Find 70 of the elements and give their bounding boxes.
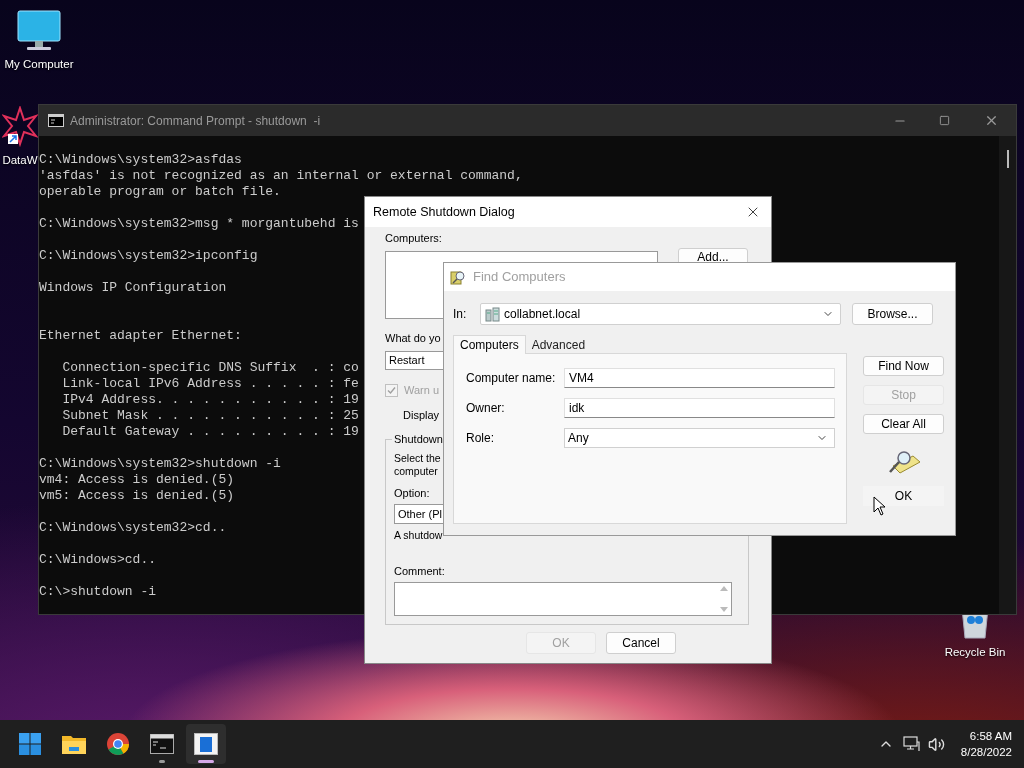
console-line: operable program or batch file. (39, 184, 281, 200)
field-label: Owner: (466, 400, 506, 417)
maximize-icon[interactable] (939, 115, 950, 126)
console-line: C:\Windows\system32>ipconfig (39, 248, 258, 264)
monitor-icon (17, 10, 61, 52)
folder-icon (61, 733, 87, 755)
description-text: Select the (394, 452, 441, 465)
console-line: 'asfdas' is not recognized as an internal or external command, (39, 168, 523, 184)
window-title: Administrator: Command Prompt - shutdown -i (70, 112, 321, 130)
windows-start-icon (18, 732, 42, 756)
dialog-title: Remote Shutdown Dialog (373, 203, 515, 221)
side-button[interactable]: Clear All (863, 414, 944, 434)
field-label: Option: (394, 486, 430, 500)
console-line: C:\Windows\system32>asfdas (39, 152, 242, 168)
magnifier-book-icon (886, 450, 921, 476)
close-icon[interactable] (984, 113, 999, 128)
network-icon[interactable] (902, 736, 920, 752)
taskbar-button[interactable] (186, 724, 226, 764)
field-label: Computer name: (466, 370, 557, 387)
field-label: Display (403, 407, 440, 423)
field-label: Computers: (385, 231, 443, 245)
star-shape-icon (2, 106, 38, 148)
clock-time[interactable]: 6:58 AM (969, 728, 1012, 744)
console-line: C:\Windows\system32>msg * morgantubehd is (39, 216, 359, 232)
desktop-icon-label[interactable]: My Computer (4, 56, 74, 74)
scrollbar[interactable] (999, 136, 1016, 614)
text-field[interactable]: idk (564, 398, 835, 418)
console-line: Subnet Mask . . . . . . . . . . . : 25 (61, 408, 359, 424)
description-text: computer (394, 465, 438, 478)
field-label: What do yo (385, 331, 441, 345)
clock-date[interactable]: 8/28/2022 (960, 744, 1012, 760)
mouse-pointer-icon (873, 496, 886, 516)
console-line: Link-local IPv6 Address . . . . . : fe (61, 376, 359, 392)
tab[interactable]: Computers (453, 335, 526, 354)
volume-icon[interactable] (927, 735, 945, 753)
console-line: C:\Windows>cd.. (39, 552, 157, 568)
ok-button[interactable]: OK (863, 486, 944, 506)
console-line: C:\Windows\system32>shutdown -i (39, 456, 281, 472)
console-icon (48, 114, 64, 127)
server-icon (485, 306, 500, 322)
console-line: Windows IP Configuration (39, 280, 227, 296)
console-line: Connection-specific DNS Suffix . : co (61, 360, 359, 376)
dialog-title: Find Computers (473, 268, 566, 287)
desktop-icon-label[interactable]: Recycle Bin (944, 644, 1006, 662)
browse-button[interactable]: Browse... (852, 303, 933, 325)
role-select[interactable]: Any (564, 428, 835, 448)
group-label: Shutdown (392, 432, 445, 446)
console-line: Ethernet adapter Ethernet: (39, 328, 242, 344)
field-label: In: (453, 306, 468, 323)
window-icon (194, 733, 218, 755)
side-button[interactable]: Find Now (863, 356, 944, 376)
magnifier-icon (450, 269, 466, 285)
warn-label: Warn u (404, 383, 440, 398)
console-line: C:\>shutdown -i (39, 584, 157, 600)
field-label: Role: (466, 430, 495, 447)
console-line: C:\Windows\system32>cd.. (39, 520, 227, 536)
location-select[interactable]: collabnet.local (480, 303, 841, 325)
dialog-button[interactable]: Cancel (606, 632, 676, 654)
console-line: IPv4 Address. . . . . . . . . . . : 19 (61, 392, 359, 408)
tab[interactable]: Advanced (525, 336, 592, 353)
console-line: vm5: Access is denied.(5) (39, 488, 235, 504)
chrome-icon (106, 732, 130, 756)
field-label: Comment: (394, 563, 445, 578)
desktop-icon-label[interactable]: DataW (2, 152, 38, 170)
notice-text: A shutdow (394, 528, 443, 543)
text-field[interactable]: VM4 (564, 368, 835, 388)
terminal-icon (150, 734, 174, 754)
comment-field[interactable] (394, 581, 732, 616)
console-line: vm4: Access is denied.(5) (39, 472, 235, 488)
console-line: Default Gateway . . . . . . . . . : 19 (61, 424, 359, 440)
